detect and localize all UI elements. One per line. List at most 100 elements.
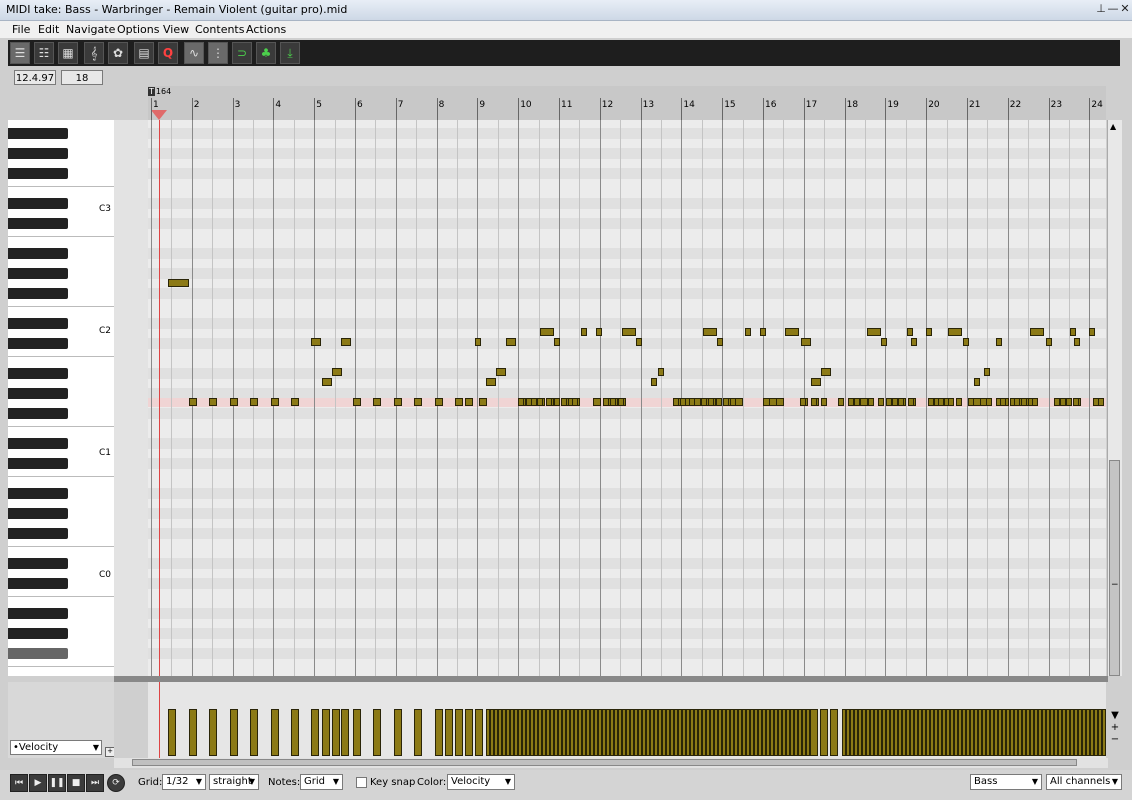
velocity-bar[interactable] [394,709,402,756]
midi-note[interactable] [867,328,881,336]
black-key[interactable] [8,148,68,159]
midi-note[interactable] [956,398,962,406]
midi-note[interactable] [561,398,567,406]
midi-note[interactable] [518,398,524,406]
black-key[interactable] [8,268,68,279]
velocity-bar[interactable] [414,709,422,756]
midi-note[interactable] [745,328,751,336]
zoom-minus-icon[interactable]: − [1111,580,1119,590]
midi-note[interactable] [486,378,496,386]
midi-note[interactable] [928,398,934,406]
midi-note[interactable] [332,368,342,376]
go-start-icon[interactable]: ⏮ [10,774,28,792]
event-list-icon[interactable]: ▤ [134,42,154,64]
midi-note[interactable] [596,328,602,336]
pause-icon[interactable]: ❚❚ [48,774,66,792]
midi-note[interactable] [1021,398,1027,406]
black-key[interactable] [8,528,68,539]
midi-note[interactable] [701,398,707,406]
velocity-bar[interactable] [341,709,349,756]
step-input-icon[interactable]: ⤓ [280,42,300,64]
midi-note[interactable] [716,398,722,406]
velocity-bar[interactable] [1102,709,1106,756]
midi-note[interactable] [703,328,717,336]
midi-note[interactable] [322,378,332,386]
midi-note[interactable] [974,378,980,386]
midi-note[interactable] [984,368,990,376]
swing-dropdown[interactable]: straight ▼ [209,774,259,790]
scroll-up-icon[interactable]: ▲ [1110,122,1116,131]
midi-note[interactable] [723,398,729,406]
timeline-ruler[interactable]: T 164 1 2 3 4 5 6 7 8 9 10 11 12 13 14 15 16 17 18 19 20 21 22… [148,86,1106,121]
piano-roll-grid[interactable] [148,120,1106,676]
midi-note[interactable] [341,338,351,346]
midi-note[interactable] [1066,398,1072,406]
velocity-bar[interactable] [373,709,381,756]
midi-note[interactable] [230,398,238,406]
velocity-bar[interactable] [230,709,238,756]
midi-note[interactable] [465,398,473,406]
midi-note[interactable] [394,398,402,406]
menu-edit[interactable]: Edit [38,23,59,36]
midi-note[interactable] [911,338,917,346]
midi-note[interactable] [673,398,679,406]
midi-note[interactable] [610,398,616,406]
go-end-icon[interactable]: ⏭ [86,774,104,792]
piano-keyboard[interactable]: C3C2C1C0C-1 [8,120,115,676]
playhead-marker[interactable] [151,110,167,120]
black-key[interactable] [8,488,68,499]
black-key[interactable] [8,388,68,399]
black-key[interactable] [8,508,68,519]
midi-note[interactable] [730,398,736,406]
midi-note[interactable] [680,398,686,406]
midi-note[interactable] [526,398,532,406]
midi-note[interactable] [540,328,554,336]
velocity-bar[interactable] [465,709,473,756]
midi-note[interactable] [546,398,552,406]
black-key[interactable] [8,648,68,659]
midi-note[interactable] [860,398,868,406]
velocity-bar[interactable] [189,709,197,756]
midi-note[interactable] [622,328,636,336]
velocity-bar[interactable] [209,709,217,756]
grid-dropdown[interactable]: 1/32 ▼ [162,774,206,790]
named-notes-icon[interactable]: ☷ [34,42,54,64]
black-key[interactable] [8,628,68,639]
black-key[interactable] [8,408,68,419]
horizontal-scrollbar[interactable] [114,758,1108,768]
black-key[interactable] [8,608,68,619]
position-value[interactable]: 18 [61,70,103,85]
midi-note[interactable] [593,398,601,406]
midi-note[interactable] [948,328,962,336]
velocity-bar[interactable] [445,709,453,756]
midi-note[interactable] [537,398,543,406]
menu-contents[interactable]: Contents [195,23,244,36]
midi-note[interactable] [801,338,811,346]
velocity-bar[interactable] [810,709,818,756]
midi-note[interactable] [554,338,560,346]
midi-note[interactable] [800,398,806,406]
midi-note[interactable] [618,398,624,406]
midi-note[interactable] [435,398,443,406]
midi-note[interactable] [475,338,481,346]
midi-note[interactable] [1074,338,1080,346]
velocity-bar[interactable] [830,709,838,756]
piano-keys-icon[interactable]: ☰ [10,42,30,64]
midi-note[interactable] [908,398,914,406]
midi-note[interactable] [168,279,189,287]
midi-note[interactable] [572,398,578,406]
midi-note[interactable] [603,398,609,406]
velocity-bar[interactable] [168,709,176,756]
play-icon[interactable]: ▶ [29,774,47,792]
midi-note[interactable] [811,378,821,386]
black-key[interactable] [8,248,68,259]
black-key[interactable] [8,558,68,569]
velocity-bar[interactable] [435,709,443,756]
drum-grid-icon[interactable]: ▦ [58,42,78,64]
midi-note[interactable] [1030,328,1044,336]
close-button[interactable]: ✕ [1118,2,1132,16]
midi-note[interactable] [838,398,844,406]
midi-note[interactable] [878,398,884,406]
midi-note[interactable] [708,398,714,406]
midi-note[interactable] [373,398,381,406]
